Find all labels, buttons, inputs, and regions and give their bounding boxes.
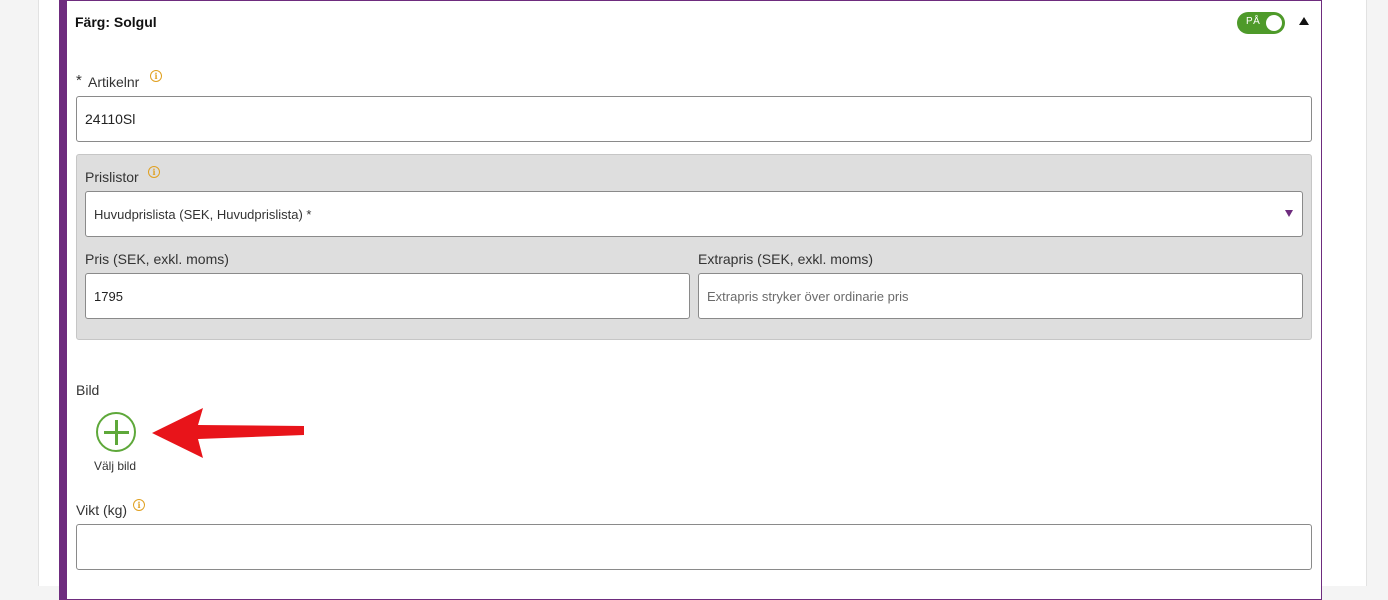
article-info-icon[interactable]: i [150,70,162,82]
article-number-input[interactable]: 24110Sl [76,96,1312,142]
panel-title: Färg: Solgul [75,14,157,30]
chevron-down-icon [1285,210,1293,217]
image-label: Bild [76,382,100,398]
active-toggle[interactable]: PÅ [1237,12,1285,34]
weight-label: Vikt (kg) [76,502,128,518]
price-label: Pris (SEK, exkl. moms) [85,251,229,267]
pricelists-label: Prislistor [85,169,139,185]
extra-price-input[interactable]: Extrapris stryker över ordinarie pris [698,273,1303,319]
required-asterisk: * [76,72,82,89]
article-label: Artikelnr [88,74,140,90]
weight-info-icon[interactable]: i [133,499,145,511]
toggle-knob [1266,15,1282,31]
price-input[interactable]: 1795 [85,273,690,319]
extra-price-label: Extrapris (SEK, exkl. moms) [698,251,874,267]
red-arrow-annotation [152,408,304,458]
toggle-label: PÅ [1246,16,1261,27]
collapse-triangle-icon[interactable] [1299,17,1309,25]
pricelist-selected-value: Huvudprislista (SEK, Huvudprislista) * [94,206,312,222]
weight-input[interactable] [76,524,1312,570]
add-image-plus-icon[interactable] [96,412,136,452]
pricelists-info-icon[interactable]: i [148,166,160,178]
choose-image-label[interactable]: Välj bild [94,459,136,473]
pricelist-select[interactable]: Huvudprislista (SEK, Huvudprislista) * [85,191,1303,237]
